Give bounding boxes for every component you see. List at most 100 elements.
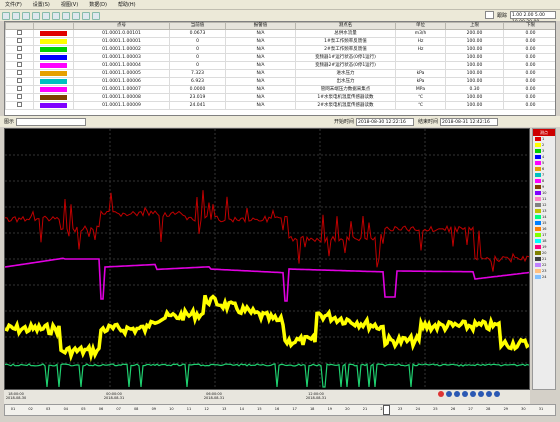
cell-name: 1#水泵电机温度传感器读数 xyxy=(295,93,396,102)
time-ruler[interactable]: 01 02 03 04 05 06 07 08 09 10 11 12 13 14 15 16 17 18 19 20… xyxy=(4,404,556,416)
table-row[interactable]: 01.0001.1.00002 0 N/A 2#泵工作频率反馈值 Hz 100.00 0.0… xyxy=(5,45,555,54)
color-swatch[interactable] xyxy=(40,87,67,92)
legend-label: 13 xyxy=(542,209,547,213)
range-select[interactable]: 1.00 2.00 5.00 10.00 20.00 xyxy=(510,11,556,25)
color-swatch[interactable] xyxy=(40,47,67,52)
cursor-icon[interactable] xyxy=(478,391,484,397)
cell-alarm: N/A xyxy=(225,53,296,62)
ruler-thumb[interactable] xyxy=(383,405,390,415)
column-header[interactable] xyxy=(5,22,34,30)
cell-upper: 100.00 xyxy=(445,93,504,102)
table-row[interactable]: 01.0001.1.00007 0.0000 N/A 管网末端压力数据采集点 MPa 0.… xyxy=(5,85,555,94)
back-icon[interactable] xyxy=(446,391,452,397)
legend-swatch xyxy=(535,245,541,249)
row-checkbox[interactable] xyxy=(17,46,22,51)
cell-unit xyxy=(395,61,446,70)
row-checkbox[interactable] xyxy=(17,78,22,83)
zoom-icon[interactable] xyxy=(462,391,468,397)
legend-label: 16 xyxy=(542,227,547,231)
table-row[interactable]: 01.0001.1.00008 23.019 N/A 1#水泵电机温度传感器读数 ℃ 10… xyxy=(5,93,555,102)
row-checkbox[interactable] xyxy=(17,86,22,91)
cell-value: 0.0673 xyxy=(169,29,226,38)
legend-swatch xyxy=(535,149,541,153)
column-header[interactable]: 单位 xyxy=(395,22,446,30)
menu-help[interactable]: 帮助(H) xyxy=(118,1,136,8)
settings-icon[interactable] xyxy=(82,11,90,20)
table-row[interactable]: 01.0001.1.00004 0 N/A 变频器2#运行状态(0停1运行) 100.0… xyxy=(5,61,555,70)
color-swatch[interactable] xyxy=(40,55,67,60)
legend-swatch xyxy=(535,143,541,147)
table-row[interactable]: 01.0001.1.00001 0 N/A 1#泵工作频率反馈值 Hz 100.00 0.0… xyxy=(5,37,555,46)
zoom-in-icon[interactable] xyxy=(52,11,60,20)
menu-data[interactable]: 数据(D) xyxy=(89,1,107,8)
legend-item[interactable]: 24 xyxy=(535,274,555,280)
color-swatch[interactable] xyxy=(40,39,67,44)
series-yellow-line xyxy=(5,294,529,363)
legend-swatch xyxy=(535,269,541,273)
menu-settings[interactable]: 设置(S) xyxy=(33,1,50,8)
table-row[interactable]: 01.0001.1.00006 6.923 N/A 出水压力 kPa 100.00 0.00 xyxy=(5,77,555,86)
trend-chart[interactable] xyxy=(4,128,530,390)
column-header[interactable]: 上限 xyxy=(445,22,504,30)
row-checkbox[interactable] xyxy=(17,70,22,75)
table-row[interactable]: 01.0001.1.00009 24.041 N/A 2#水泵电机温度传感器读数 ℃ 10… xyxy=(5,101,555,110)
cell-lower: 0.00 xyxy=(503,45,555,54)
zoom-out-icon[interactable] xyxy=(62,11,70,20)
ruler-tick: 19 xyxy=(327,407,333,411)
column-header[interactable]: 报警值 xyxy=(225,22,296,30)
column-header[interactable] xyxy=(33,22,74,30)
print-icon[interactable] xyxy=(22,11,30,20)
export-icon[interactable] xyxy=(92,11,100,20)
fit-icon[interactable] xyxy=(470,391,476,397)
legend-swatch xyxy=(535,209,541,213)
ruler-tick: 21 xyxy=(362,407,368,411)
row-checkbox[interactable] xyxy=(17,54,22,59)
row-checkbox[interactable] xyxy=(17,102,22,107)
row-checkbox[interactable] xyxy=(17,30,22,35)
column-header[interactable]: 下限 xyxy=(503,22,555,30)
table-row[interactable]: 01.0001.1.00005 7.323 N/A 进水压力 kPa 100.00 0.00 xyxy=(5,69,555,78)
forward-icon[interactable] xyxy=(454,391,460,397)
legend-swatch xyxy=(535,137,541,141)
menu-view[interactable]: 视图(V) xyxy=(61,1,78,8)
column-header[interactable]: 测点名 xyxy=(295,22,396,30)
legend-swatch xyxy=(535,161,541,165)
start-time-input[interactable]: 2018-08-30 12:22:16 xyxy=(356,117,415,126)
row-checkbox[interactable] xyxy=(17,94,22,99)
color-swatch[interactable] xyxy=(40,103,67,108)
cell-unit: kPa xyxy=(395,77,446,86)
cell-upper: 0.30 xyxy=(445,85,504,94)
add-icon[interactable] xyxy=(32,11,40,20)
legend-label: 10 xyxy=(542,191,547,195)
color-swatch[interactable] xyxy=(40,63,67,68)
table-row[interactable]: 01.0001.0.00101 0.0673 N/A 总供水流量 m3/h 200.00 0… xyxy=(5,29,555,38)
column-header[interactable]: 点号 xyxy=(73,22,170,30)
export-chart-icon[interactable] xyxy=(494,391,500,397)
start-time-label: 开始时间 xyxy=(334,119,355,125)
end-time-input[interactable]: 2018-08-31 12:42:16 xyxy=(440,117,499,126)
record-icon[interactable] xyxy=(438,391,444,397)
cell-unit: kPa xyxy=(395,69,446,78)
pan-icon[interactable] xyxy=(486,391,492,397)
cell-lower: 0.00 xyxy=(503,61,555,70)
refresh-icon[interactable] xyxy=(72,11,80,20)
legend-label: 5 xyxy=(542,161,545,165)
color-swatch[interactable] xyxy=(40,31,67,36)
remove-icon[interactable] xyxy=(42,11,50,20)
column-header[interactable]: 当前值 xyxy=(169,22,226,30)
chart-legend-field[interactable] xyxy=(16,117,87,126)
color-swatch[interactable] xyxy=(40,95,67,100)
color-swatch[interactable] xyxy=(40,71,67,76)
save-icon[interactable] xyxy=(12,11,20,20)
row-checkbox[interactable] xyxy=(17,38,22,43)
ruler-tick: 05 xyxy=(81,407,86,411)
legend-swatch xyxy=(535,215,541,219)
ruler-tick: 17 xyxy=(292,407,297,411)
open-icon[interactable] xyxy=(2,11,10,20)
table-row[interactable]: 01.0001.1.00003 0 N/A 变频器1#运行状态(0停1运行) 100.0… xyxy=(5,53,555,62)
track-checkbox[interactable] xyxy=(484,11,494,19)
menu-file[interactable]: 文件(F) xyxy=(5,1,22,8)
trend-chart-svg xyxy=(5,129,529,389)
row-checkbox[interactable] xyxy=(17,62,22,67)
color-swatch[interactable] xyxy=(40,79,67,84)
